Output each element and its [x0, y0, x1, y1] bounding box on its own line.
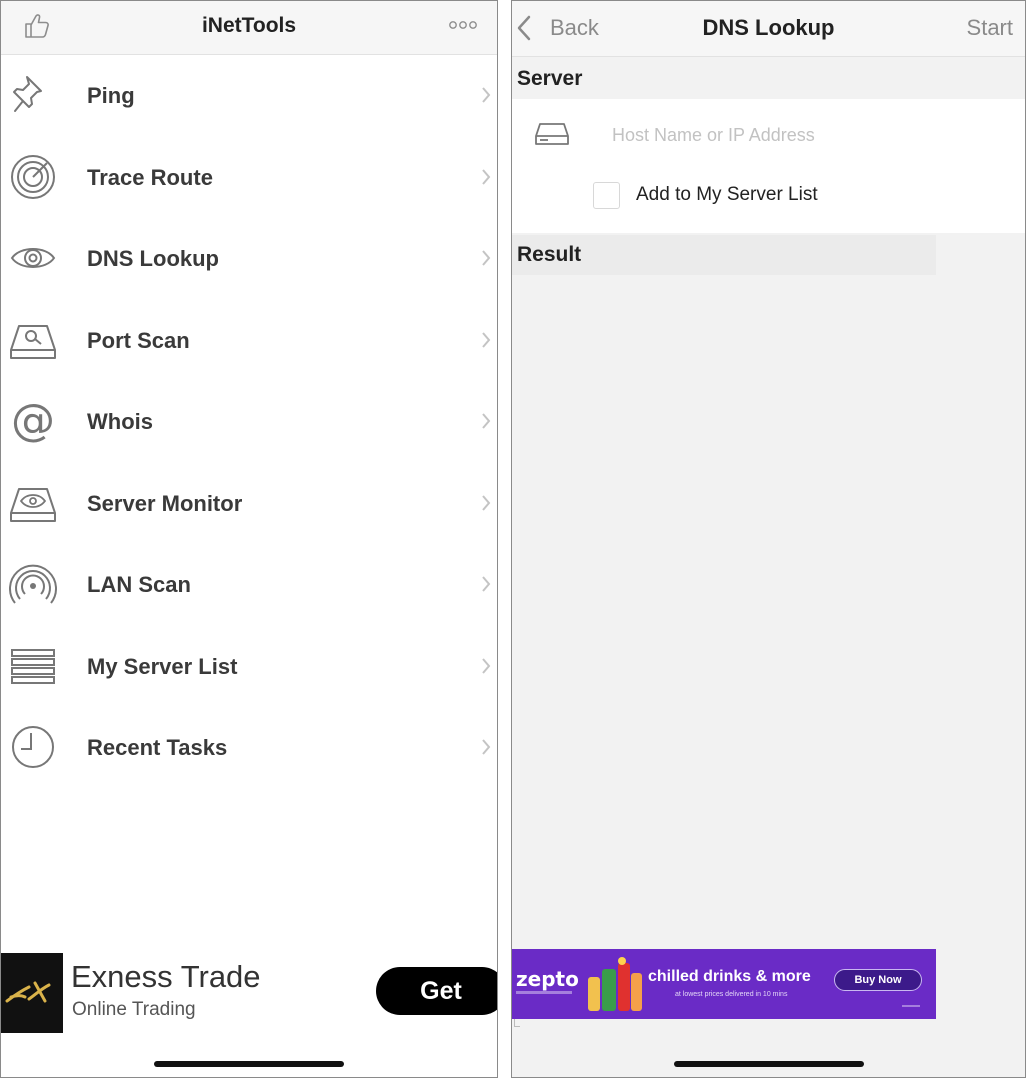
- menu-item-my-server-list[interactable]: My Server List: [1, 626, 497, 708]
- exness-logo: [1, 953, 63, 1033]
- server-panel: Add to My Server List: [512, 99, 1025, 233]
- eye-icon: [10, 248, 56, 268]
- ad-title: Exness Trade: [71, 959, 261, 994]
- back-label: Back: [550, 15, 599, 40]
- zepto-logo: zepto: [516, 967, 579, 991]
- radar-icon: [11, 154, 55, 199]
- menu-item-label: Whois: [87, 409, 153, 434]
- drive-search-icon: [10, 324, 56, 359]
- ad-choices-icon[interactable]: [514, 1019, 520, 1027]
- chevron-right-icon: [482, 331, 491, 348]
- menu-item-dns-lookup[interactable]: DNS Lookup: [1, 218, 497, 300]
- chevron-right-icon: [482, 87, 491, 103]
- menu-item-port-scan[interactable]: Port Scan: [1, 300, 497, 382]
- back-button[interactable]: Back: [516, 13, 599, 43]
- drive-icon: [535, 123, 569, 145]
- chevron-right-icon: [482, 250, 491, 266]
- ad-subtitle: Online Trading: [72, 999, 196, 1020]
- list-icon: [11, 648, 55, 684]
- result-section-header: Result: [512, 235, 936, 275]
- drinks-image: [588, 957, 642, 1011]
- menu-item-ping[interactable]: Ping: [1, 55, 497, 137]
- inettools-main-screen: iNetTools Ping Trace Route DNS Lookup Po…: [0, 0, 498, 1078]
- signal-icon: [9, 564, 57, 604]
- menu-item-label: LAN Scan: [87, 572, 191, 597]
- server-section-header: Server: [512, 59, 1025, 99]
- ad-banner[interactable]: Exness Trade Online Trading Get: [1, 953, 497, 1033]
- ad-subline: at lowest prices delivered in 10 mins: [675, 991, 788, 998]
- menu-item-whois[interactable]: @ Whois: [1, 381, 497, 463]
- menu-item-lan-scan[interactable]: LAN Scan: [1, 544, 497, 626]
- menu-item-label: Port Scan: [87, 327, 190, 353]
- menu-item-label: Recent Tasks: [87, 735, 228, 760]
- tools-menu: Ping Trace Route DNS Lookup Port Scan @ …: [1, 55, 497, 789]
- dns-lookup-screen: Back DNS Lookup Start Server Add to My S…: [511, 0, 1026, 1078]
- checkbox-label: Add to My Server List: [636, 184, 818, 205]
- svg-text:@: @: [11, 397, 55, 445]
- chevron-left-icon: [517, 15, 531, 41]
- home-indicator: [673, 1061, 864, 1067]
- menu-item-label: Ping: [87, 83, 135, 108]
- host-name-input[interactable]: [612, 119, 992, 151]
- chevron-right-icon: [482, 739, 491, 755]
- ad-fineprint: [902, 1005, 920, 1007]
- navigation-bar: Back DNS Lookup Start: [512, 1, 1025, 57]
- menu-item-server-monitor[interactable]: Server Monitor: [1, 463, 497, 545]
- ad-headline: chilled drinks & more: [648, 968, 811, 985]
- menu-item-recent-tasks[interactable]: Recent Tasks: [1, 707, 497, 789]
- home-indicator: [154, 1061, 344, 1067]
- logo-tagline-bar: [516, 991, 572, 994]
- menu-item-label: Server Monitor: [87, 490, 243, 516]
- app-title: iNetTools: [201, 14, 297, 37]
- add-to-server-list-checkbox[interactable]: [593, 182, 620, 209]
- buy-now-button[interactable]: Buy Now: [834, 969, 922, 991]
- chevron-right-icon: [482, 657, 491, 674]
- chevron-right-icon: [482, 576, 491, 592]
- navigation-bar: iNetTools: [1, 1, 497, 55]
- menu-item-label: Trace Route: [87, 164, 213, 190]
- chevron-right-icon: [482, 168, 491, 185]
- more-dots-icon[interactable]: [449, 19, 477, 31]
- get-button[interactable]: Get: [376, 967, 497, 1015]
- pushpin-icon: [13, 76, 42, 112]
- menu-item-label: DNS Lookup: [87, 246, 219, 271]
- chevron-right-icon: [482, 494, 491, 511]
- clock-icon: [12, 726, 54, 768]
- drive-eye-icon: [10, 487, 56, 522]
- ad-banner[interactable]: zepto chilled drinks & more at lowest pr…: [512, 949, 936, 1019]
- start-button[interactable]: Start: [967, 15, 1013, 41]
- chevron-right-icon: [482, 413, 491, 429]
- menu-item-label: My Server List: [87, 653, 238, 679]
- at-sign-icon: @: [11, 397, 55, 445]
- menu-item-trace-route[interactable]: Trace Route: [1, 137, 497, 219]
